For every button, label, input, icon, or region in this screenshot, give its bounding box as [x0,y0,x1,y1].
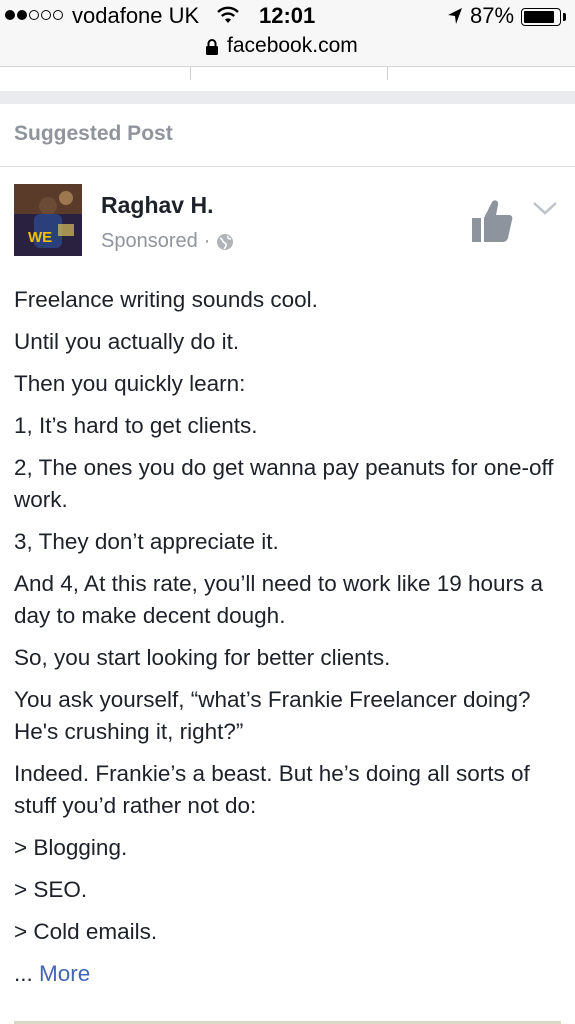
divider [0,166,575,167]
chevron-down-icon[interactable] [531,200,559,216]
post-paragraph: And 4, At this rate, you’ll need to work… [14,571,544,628]
carrier-name: vodafone UK [72,3,200,28]
author-name[interactable]: Raghav H. [101,192,213,219]
clock: 12:01 [259,3,316,28]
battery-icon [521,8,561,26]
globe-icon [217,233,234,250]
lock-icon [206,39,218,55]
post-paragraph: > Cold emails. [14,919,158,944]
post-paragraph: So, you start looking for better clients… [14,645,391,670]
post-paragraph: 1, It’s hard to get clients. [14,413,258,438]
post-paragraph: 2, The ones you do get wanna pay peanuts… [14,455,554,512]
battery-tip [563,13,566,21]
post-body: Freelance writing sounds cool. Until you… [14,284,564,990]
author-avatar[interactable]: WE [14,184,82,256]
post-paragraph: Freelance writing sounds cool. [14,287,318,312]
previous-toolbar [0,66,575,92]
post-paragraph: You ask yourself, “what’s Frankie Freela… [14,687,531,744]
see-more-link[interactable]: More [39,961,90,986]
svg-text:WE: WE [28,229,52,246]
post-paragraph: Indeed. Frankie’s a beast. But he’s doin… [14,761,530,818]
ellipsis: ... [14,961,33,986]
wifi-icon [217,6,239,23]
suggested-post-label: Suggested Post [14,122,173,145]
thumbs-up-icon[interactable] [470,198,514,244]
feed-gap [0,91,575,104]
battery-percent: 87% [470,3,515,28]
meta-separator: · [203,230,211,252]
post-paragraph: > SEO. [14,877,88,902]
post-paragraph: Until you actually do it. [14,329,240,354]
signal-strength-icon [5,10,63,20]
location-arrow-icon [448,8,462,24]
status-bar: vodafone UK 12:01 87% [0,0,575,32]
post-paragraph: 3, They don’t appreciate it. [14,529,279,554]
sponsored-label: Sponsored [101,230,198,252]
url-text[interactable]: facebook.com [227,34,358,58]
address-bar[interactable]: facebook.com [0,32,575,66]
see-more[interactable]: ... More [14,958,564,990]
post-paragraph: Then you quickly learn: [14,371,246,396]
post-paragraph: > Blogging. [14,835,128,860]
sponsored-meta: Sponsored · [101,230,234,253]
